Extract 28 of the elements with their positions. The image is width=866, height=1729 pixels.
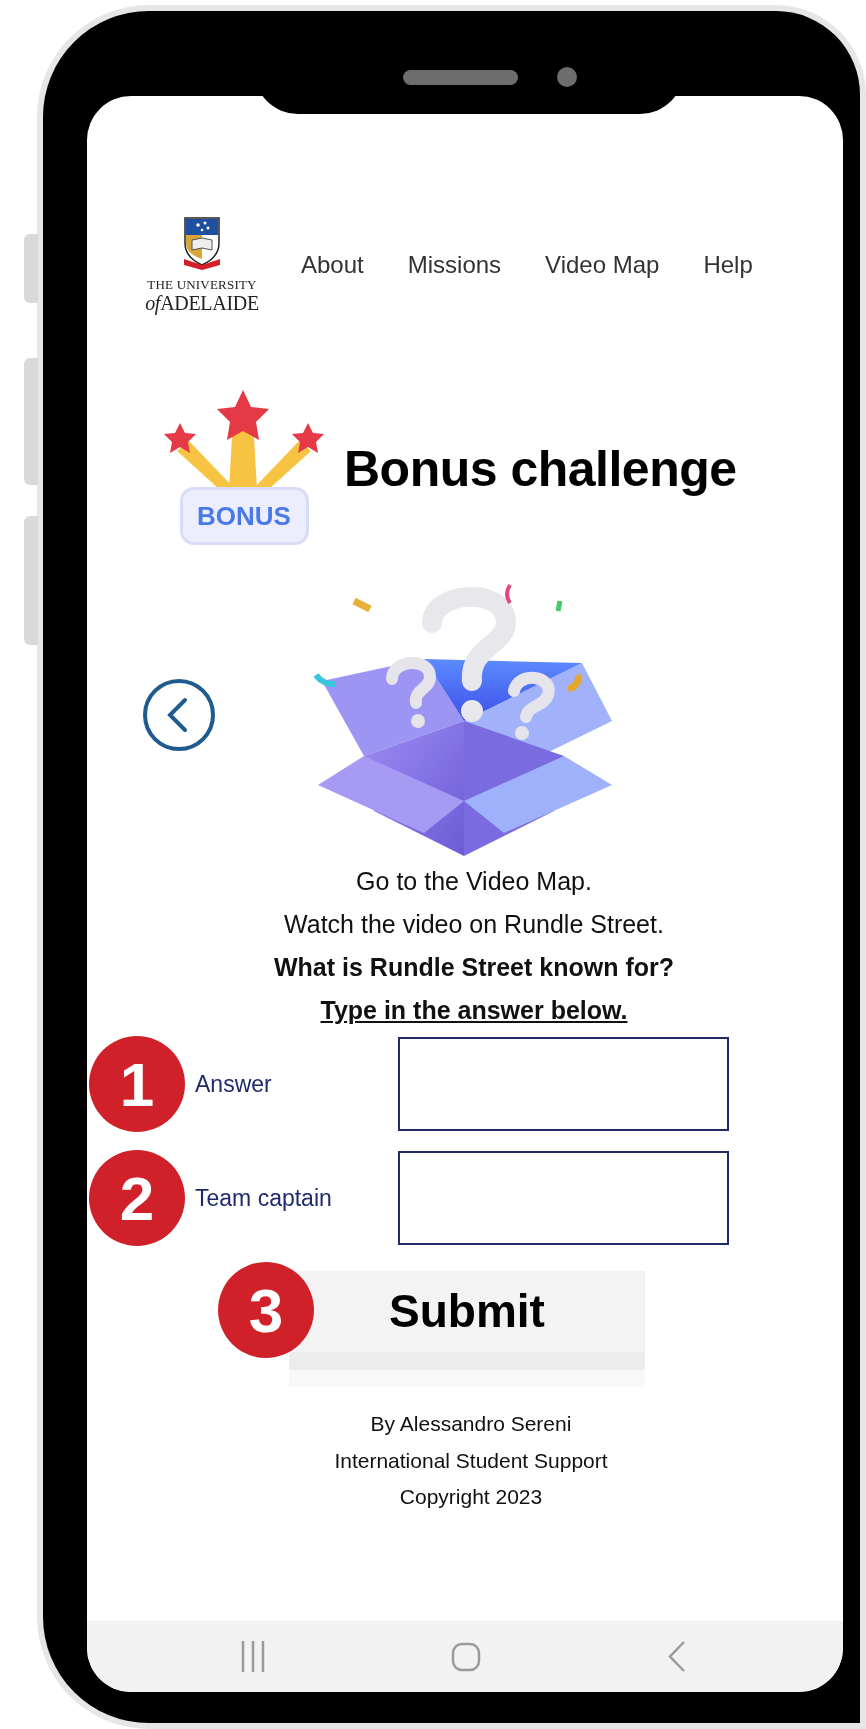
camera-icon [557,67,577,87]
nav-link[interactable]: About [301,250,364,279]
input-field[interactable] [398,1151,729,1245]
footer-text: International Student Support [334,1447,608,1474]
nav-link[interactable]: Help [703,250,753,279]
input-field[interactable] [398,1037,729,1131]
instruction-text: What is Rundle Street known for? [274,952,674,983]
crest-icon [181,215,223,271]
field-label: Answer [195,1070,273,1098]
back-button[interactable] [142,677,216,752]
submit-button[interactable]: Submit [289,1271,645,1387]
logo-text: THE UNIVERSITY [147,277,257,292]
nav-link[interactable]: Video Map [545,250,660,279]
field-label: Team captain [195,1184,333,1212]
step-badge: 2 [89,1150,185,1246]
logo-text: ofADELAIDE [145,292,259,314]
nav-link[interactable]: Missions [407,250,502,279]
instruction-text: Watch the video on Rundle Street. [284,909,664,940]
footer-text: By Alessandro Sereni [370,1411,572,1437]
instruction-text: Go to the Video Map. [356,866,592,897]
speaker-icon [403,70,518,85]
bonus-label: BONUS [179,487,309,545]
page-title: Bonus challenge [344,440,737,498]
stars-icon [163,389,325,489]
footer-text: Copyright 2023 [399,1484,543,1510]
instruction-text: Type in the answer below. [320,995,628,1026]
step-badge: 1 [89,1036,185,1132]
step-badge: 3 [218,1262,314,1358]
